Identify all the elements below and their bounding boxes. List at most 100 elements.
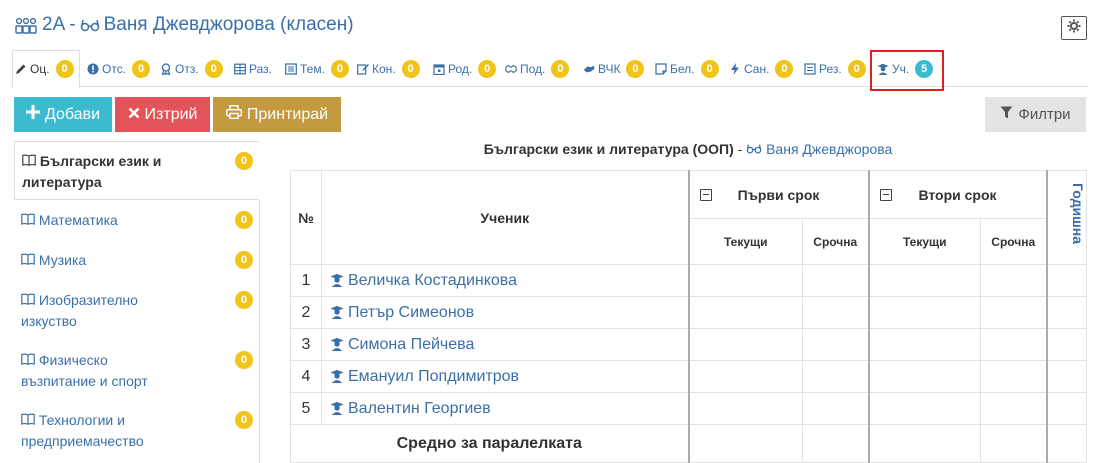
subject-item[interactable]: Технологии и предприемачество 0 [14, 401, 259, 452]
row-number: 4 [290, 360, 322, 393]
grade-cell[interactable] [980, 264, 1047, 297]
settings-button[interactable] [1061, 16, 1087, 40]
tab-label: Сан. [744, 61, 770, 76]
caption-teacher[interactable]: Ваня Джевджорова [766, 141, 892, 157]
table-caption: Български език и литература (ООП) - Ваня… [290, 141, 1086, 157]
subject-item[interactable]: Музика 0 [14, 241, 259, 271]
grade-cell[interactable] [980, 360, 1047, 393]
term2-label: Втори срок [918, 186, 997, 203]
teacher-name[interactable]: Ваня Джевджорова (класен) [104, 14, 354, 36]
subject-count-badge: 0 [235, 291, 253, 309]
term2-header: Втори срок [867, 170, 1047, 219]
subject-label-line2: предприемачество [21, 433, 144, 449]
grade-cell[interactable] [1045, 296, 1087, 329]
tab-sanctions[interactable]: Сан. 0 [729, 50, 794, 87]
average-cell [980, 424, 1047, 463]
student-name[interactable]: Петър Симеонов [348, 304, 474, 321]
plus-icon [25, 105, 40, 124]
students-group-icon [14, 15, 38, 35]
student-name[interactable]: Симона Пейчева [348, 336, 474, 353]
grade-cell[interactable] [687, 328, 803, 361]
tab-parents[interactable]: Род. 0 [433, 50, 497, 87]
grade-cell[interactable] [1045, 328, 1087, 361]
grade-cell[interactable] [980, 328, 1047, 361]
column-header-current-1: Текущи [687, 218, 803, 265]
add-button[interactable]: Добави [14, 97, 112, 132]
subject-label: Технологии и [38, 412, 125, 428]
student-name[interactable]: Валентин Георгиев [348, 400, 491, 417]
grade-cell[interactable] [867, 264, 981, 297]
average-row: Средно за паралелката [290, 424, 1087, 463]
student-cell[interactable]: Емануил Попдимитров [321, 360, 689, 393]
grade-cell[interactable] [802, 296, 869, 329]
grade-cell[interactable] [1045, 392, 1087, 425]
tab-support[interactable]: Под. 0 [505, 50, 570, 87]
tab-label: Род. [448, 61, 473, 76]
row-number: 3 [290, 328, 322, 361]
table-row: 1 Величка Костадинкова [290, 264, 1087, 297]
subject-item[interactable]: Математика 0 [14, 201, 259, 231]
print-button[interactable]: Принтирай [213, 97, 341, 132]
table-row: 3 Симона Пейчева [290, 328, 1087, 361]
grade-cell[interactable] [687, 296, 803, 329]
subject-label: Музика [38, 252, 87, 268]
book-icon [21, 212, 35, 228]
pencil-icon [15, 63, 27, 75]
grade-cell[interactable] [867, 360, 981, 393]
filter-button[interactable]: Филтри [985, 97, 1086, 132]
graduate-icon [330, 337, 344, 351]
subject-item[interactable]: Физическо възпитание и спорт 0 [14, 341, 259, 392]
grade-cell[interactable] [687, 360, 803, 393]
table-row: 4 Емануил Попдимитров [290, 360, 1087, 393]
subject-list: Български език и литература 0 Математика… [14, 141, 259, 463]
delete-button-label: Изтрий [144, 105, 198, 123]
grade-cell[interactable] [1045, 360, 1087, 393]
average-cell [687, 424, 803, 463]
tab-vchk[interactable]: ВЧК 0 [583, 50, 645, 87]
tab-results[interactable]: Рез. 0 [804, 50, 866, 87]
grade-cell[interactable] [687, 264, 803, 297]
grade-cell[interactable] [867, 392, 981, 425]
list-icon [285, 62, 297, 75]
student-cell[interactable]: Величка Костадинкова [321, 264, 689, 297]
grade-cell[interactable] [1045, 264, 1087, 297]
tab-feedback[interactable]: Отз. 0 [160, 50, 223, 87]
grade-cell[interactable] [980, 296, 1047, 329]
student-cell[interactable]: Петър Симеонов [321, 296, 689, 329]
tab-schedule[interactable]: Раз. [234, 50, 272, 87]
grade-cell[interactable] [802, 360, 869, 393]
student-cell[interactable]: Валентин Георгиев [321, 392, 689, 425]
subject-item[interactable]: Изобразително изкуство 0 [14, 281, 259, 332]
tab-label: Отс. [102, 61, 127, 76]
tab-tests[interactable]: Кон. 0 [357, 50, 420, 87]
tab-count-badge: 0 [700, 59, 719, 78]
graduate-icon [330, 401, 344, 415]
collapse-term1-icon[interactable] [699, 188, 712, 201]
grade-cell[interactable] [687, 392, 803, 425]
student-name[interactable]: Величка Костадинкова [348, 272, 517, 289]
tab-absences[interactable]: Отс. 0 [87, 50, 151, 87]
grade-cell[interactable] [802, 328, 869, 361]
tab-count-badge: 0 [551, 59, 570, 78]
edit-icon [357, 63, 369, 75]
grade-cell[interactable] [802, 264, 869, 297]
tab-grades[interactable]: Оц. 0 [12, 50, 80, 88]
handshake-icon [505, 63, 517, 75]
tab-notes[interactable]: Бел. 0 [655, 50, 719, 87]
collapse-term2-icon[interactable] [879, 188, 892, 201]
grade-cell[interactable] [980, 392, 1047, 425]
subject-count-badge: 0 [235, 152, 253, 170]
delete-button[interactable]: Изтрий [115, 97, 210, 132]
student-name[interactable]: Емануил Попдимитров [348, 368, 519, 385]
hands-icon [583, 63, 595, 75]
title-separator: - [69, 14, 76, 35]
grade-cell[interactable] [867, 328, 981, 361]
grade-cell[interactable] [867, 296, 981, 329]
subject-item[interactable]: Български език и литература 0 [14, 141, 259, 200]
student-cell[interactable]: Симона Пейчева [321, 328, 689, 361]
column-header-yearly[interactable]: Годишна [1045, 170, 1087, 265]
tab-topics[interactable]: Тем. 0 [285, 50, 349, 87]
grade-cell[interactable] [802, 392, 869, 425]
book-icon [21, 252, 35, 268]
tab-label: Раз. [249, 61, 272, 76]
